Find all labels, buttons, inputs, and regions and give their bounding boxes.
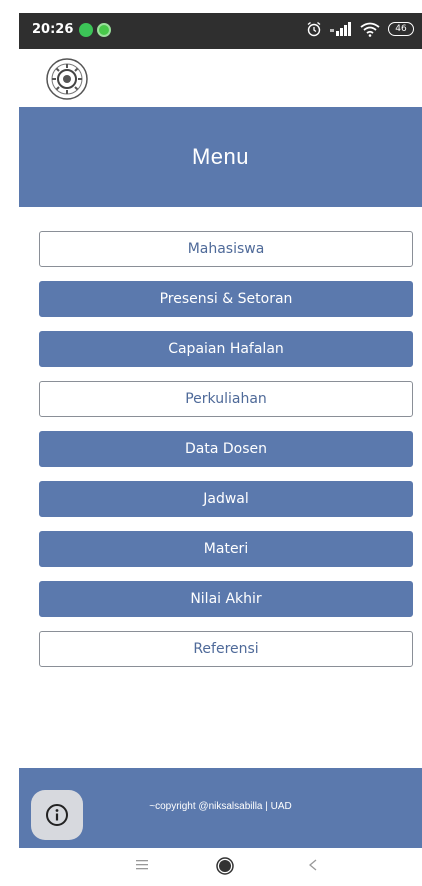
- data-dosen-button[interactable]: Data Dosen: [39, 431, 413, 467]
- mahasiswa-button[interactable]: Mahasiswa: [39, 231, 413, 267]
- status-time: 20:26: [32, 22, 74, 37]
- presensi-setoran-button[interactable]: Presensi & Setoran: [39, 281, 413, 317]
- capaian-hafalan-button[interactable]: Capaian Hafalan: [39, 331, 413, 367]
- signal-strength-icon: [330, 22, 351, 36]
- whatsapp-icon: [79, 23, 93, 37]
- materi-button[interactable]: Materi: [39, 531, 413, 567]
- university-logo: [46, 58, 88, 100]
- status-icons: 46: [306, 21, 414, 37]
- menu-list: Mahasiswa Presensi & Setoran Capaian Haf…: [39, 231, 413, 681]
- info-button[interactable]: [31, 790, 83, 840]
- alarm-clock-icon: [307, 21, 321, 37]
- footer: ~copyright @niksalsabilla | UAD: [19, 768, 422, 848]
- jadwal-button[interactable]: Jadwal: [39, 481, 413, 517]
- logo-bar: [19, 49, 422, 107]
- battery-level: 46: [395, 24, 407, 34]
- status-bar: 20:26 46: [19, 13, 422, 49]
- back-icon[interactable]: [309, 859, 317, 871]
- system-nav-bar: [19, 848, 422, 886]
- android-app-icon: [97, 23, 111, 37]
- page-header: Menu: [19, 107, 422, 207]
- perkuliahan-button[interactable]: Perkuliahan: [39, 381, 413, 417]
- battery-icon: 46: [388, 22, 414, 36]
- referensi-button[interactable]: Referensi: [39, 631, 413, 667]
- wifi-icon: [360, 22, 380, 37]
- nilai-akhir-button[interactable]: Nilai Akhir: [39, 581, 413, 617]
- copyright-text: ~copyright @niksalsabilla | UAD: [149, 801, 292, 812]
- home-icon[interactable]: [216, 857, 234, 875]
- phone-screen: 20:26 46 Menu Mahasiswa Presensi & Setor…: [19, 13, 422, 886]
- recent-apps-icon[interactable]: [136, 860, 148, 870]
- page-title: Menu: [191, 144, 250, 169]
